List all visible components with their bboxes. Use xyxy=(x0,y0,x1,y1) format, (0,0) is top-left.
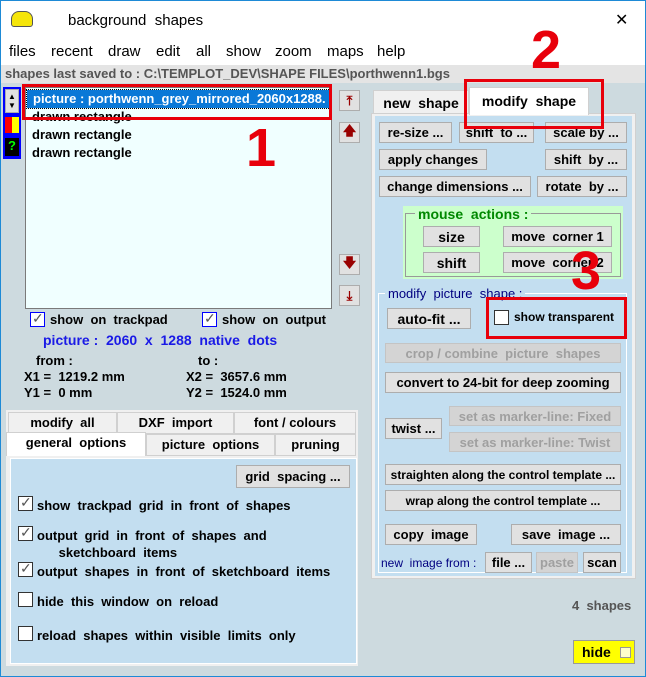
resize-button[interactable]: re-size ... xyxy=(379,122,452,143)
option-checkbox[interactable] xyxy=(18,560,33,577)
to-label: to : xyxy=(198,353,219,368)
list-item[interactable]: drawn rectangle xyxy=(26,144,331,162)
new-image-from-label: new image from : xyxy=(381,556,477,570)
hide-button[interactable]: hide xyxy=(573,640,635,664)
wrap-button[interactable]: wrap along the control template ... xyxy=(385,490,621,511)
show-on-trackpad-checkbox[interactable] xyxy=(30,310,45,327)
crop-combine-button[interactable]: crop / combine picture shapes xyxy=(385,343,621,363)
grid-spacing-button[interactable]: grid spacing ... xyxy=(236,465,350,488)
menu-show[interactable]: show xyxy=(226,43,261,60)
tab-font-colours[interactable]: font / colours xyxy=(234,412,356,434)
menu-maps[interactable]: maps xyxy=(327,43,364,60)
menu-recent[interactable]: recent xyxy=(51,43,93,60)
option-label: hide this window on reload xyxy=(37,594,219,609)
mouse-actions-title: mouse actions : xyxy=(415,206,532,222)
x1-value: X1 = 1219.2 mm xyxy=(24,369,125,384)
picture-info: picture : 2060 x 1288 native dots xyxy=(43,332,278,348)
shape-count: 4 shapes xyxy=(572,598,632,613)
annotation-box-1 xyxy=(22,84,332,120)
y2-value: Y2 = 1524.0 mm xyxy=(186,385,287,400)
annotation-box-3 xyxy=(486,297,627,339)
app-icon xyxy=(11,11,33,27)
tab-pruning[interactable]: pruning xyxy=(275,434,356,456)
list-item[interactable]: drawn rectangle xyxy=(26,126,331,144)
annotation-number-3: 3 xyxy=(571,241,602,301)
move-up-button[interactable]: 🡅 xyxy=(339,122,360,143)
change-dimensions-button[interactable]: change dimensions ... xyxy=(379,176,531,197)
move-down-button[interactable]: 🡇 xyxy=(339,254,360,275)
y1-value: Y1 = 0 mm xyxy=(24,385,93,400)
close-button[interactable]: ✕ xyxy=(615,10,628,30)
show-on-trackpad-label: show on trackpad xyxy=(50,312,168,327)
tab-picture-options[interactable]: picture options xyxy=(146,434,275,456)
paste-button[interactable]: paste xyxy=(536,552,578,573)
marker-line-fixed-button[interactable]: set as marker-line: Fixed xyxy=(449,406,621,426)
show-on-output-checkbox[interactable] xyxy=(202,310,217,327)
scan-button[interactable]: scan xyxy=(583,552,621,573)
move-to-top-button[interactable]: ⤒ xyxy=(339,90,360,111)
menu-all[interactable]: all xyxy=(196,43,211,60)
help-icon[interactable]: ? xyxy=(5,138,19,156)
shapes-list[interactable]: picture : porthwenn_grey_mirrored_2060x1… xyxy=(25,87,332,309)
window-title: background shapes xyxy=(68,12,204,29)
option-checkbox[interactable] xyxy=(18,524,33,541)
option-checkbox[interactable] xyxy=(18,626,33,641)
apply-changes-button[interactable]: apply changes xyxy=(379,149,487,170)
menu-files[interactable]: files xyxy=(9,43,36,60)
option-checkbox[interactable] xyxy=(18,494,33,511)
convert-24bit-button[interactable]: convert to 24-bit for deep zooming xyxy=(385,372,621,393)
shift-by-button[interactable]: shift by ... xyxy=(545,149,627,170)
twist-button[interactable]: twist ... xyxy=(385,418,442,439)
menu-help[interactable]: help xyxy=(377,43,405,60)
auto-fit-button[interactable]: auto-fit ... xyxy=(387,308,471,329)
marker-line-twist-button[interactable]: set as marker-line: Twist xyxy=(449,432,621,452)
colour-icon[interactable] xyxy=(5,117,19,133)
annotation-number-1: 1 xyxy=(246,118,277,178)
file-button[interactable]: file ... xyxy=(485,552,532,573)
tab-modify-all[interactable]: modify all xyxy=(8,412,117,434)
shift-button[interactable]: shift xyxy=(423,252,480,273)
option-label: show trackpad grid in front of shapes xyxy=(37,498,291,513)
hide-indicator-icon xyxy=(619,646,631,658)
show-on-output-label: show on output xyxy=(222,312,326,327)
option-label: output shapes in front of sketchboard it… xyxy=(37,564,331,579)
option-label: reload shapes within visible limits only xyxy=(37,628,296,643)
scroll-up-down-button[interactable]: ▲ ▼ xyxy=(5,89,19,113)
hide-label: hide xyxy=(582,644,611,660)
menu-draw[interactable]: draw xyxy=(108,43,141,60)
tab-general-options[interactable]: general options xyxy=(6,432,146,456)
annotation-box-2 xyxy=(464,79,604,129)
menu-edit[interactable]: edit xyxy=(156,43,180,60)
menu-zoom[interactable]: zoom xyxy=(275,43,312,60)
rotate-by-button[interactable]: rotate by ... xyxy=(537,176,627,197)
move-to-bottom-button[interactable]: ⤓ xyxy=(339,285,360,306)
tab-new-shape[interactable]: new shape xyxy=(373,90,469,114)
x2-value: X2 = 3657.6 mm xyxy=(186,369,287,384)
option-checkbox[interactable] xyxy=(18,592,33,607)
save-image-button[interactable]: save image ... xyxy=(511,524,621,545)
copy-image-button[interactable]: copy image xyxy=(385,524,477,545)
from-label: from : xyxy=(36,353,73,368)
size-button[interactable]: size xyxy=(423,226,480,247)
option-label: output grid in front of shapes and sketc… xyxy=(37,528,267,560)
annotation-number-2: 2 xyxy=(531,20,562,80)
straighten-button[interactable]: straighten along the control template ..… xyxy=(385,464,621,485)
tab-dxf-import[interactable]: DXF import xyxy=(117,412,234,434)
